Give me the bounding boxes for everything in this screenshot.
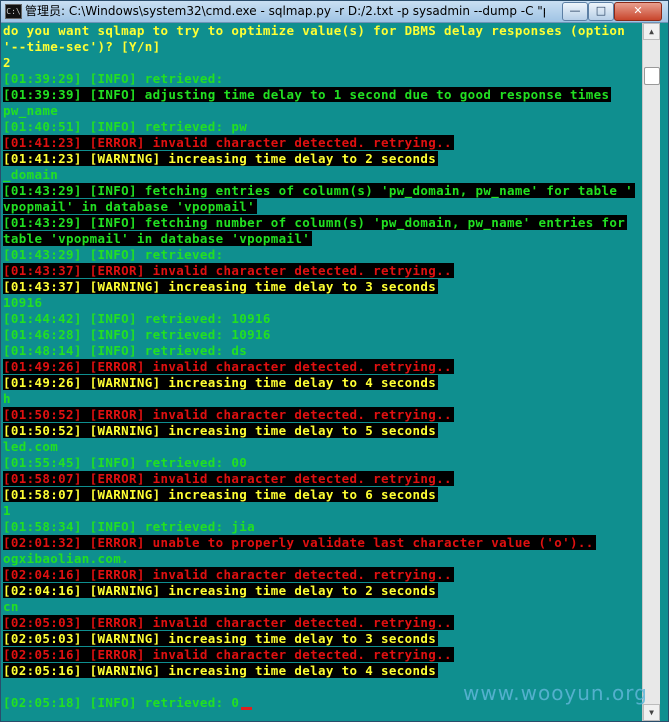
console-line-text: [02:01:32] [ERROR] unable to properly va… <box>3 535 596 550</box>
console-line-text: vpopmail' in database 'vpopmail' <box>3 199 258 214</box>
console-line-text: [02:05:16] [WARNING] increasing time del… <box>3 663 439 678</box>
scroll-down-arrow-icon[interactable]: ▼ <box>643 704 660 721</box>
console-line-text: 2 <box>3 55 11 70</box>
console-line: [01:43:29] [INFO] retrieved: <box>3 247 641 263</box>
console-line-text: [01:44:42] [INFO] retrieved: 10916 <box>3 311 271 326</box>
console-line-text: [02:05:03] [WARNING] increasing time del… <box>3 631 439 646</box>
console-line: 2 <box>3 55 641 71</box>
console-line: cn <box>3 599 641 615</box>
console-line: 1 <box>3 503 641 519</box>
console-line: [01:58:07] [ERROR] invalid character det… <box>3 471 641 487</box>
console-line: [02:04:16] [WARNING] increasing time del… <box>3 583 641 599</box>
console-line-text: '--time-sec')? [Y/n] <box>3 39 161 54</box>
console-line: [01:43:37] [ERROR] invalid character det… <box>3 263 641 279</box>
console-line-text: [01:41:23] [ERROR] invalid character det… <box>3 135 454 150</box>
cmd-icon[interactable]: C:\ <box>5 4 22 19</box>
console-line: [02:05:16] [ERROR] invalid character det… <box>3 647 641 663</box>
console-line: [01:46:28] [INFO] retrieved: 10916 <box>3 327 641 343</box>
console-line-text: [01:43:37] [WARNING] increasing time del… <box>3 279 439 294</box>
console-line: [01:43:29] [INFO] fetching number of col… <box>3 215 641 231</box>
console-line-text: [01:50:52] [WARNING] increasing time del… <box>3 423 439 438</box>
console-line-text: [02:05:18] [INFO] retrieved: 0 <box>3 695 240 710</box>
console-line: [01:39:29] [INFO] retrieved: <box>3 71 641 87</box>
console-line-text: led.com <box>3 439 59 454</box>
console-line-text: [01:39:29] [INFO] retrieved: <box>3 71 224 86</box>
console-line-text: [01:43:29] [INFO] fetching number of col… <box>3 215 628 230</box>
console-line-text: [01:49:26] [WARNING] increasing time del… <box>3 375 439 390</box>
console-line: [01:58:07] [WARNING] increasing time del… <box>3 487 641 503</box>
console-line-text: [02:04:16] [WARNING] increasing time del… <box>3 583 439 598</box>
console-line-text: [01:43:37] [ERROR] invalid character det… <box>3 263 454 278</box>
close-button[interactable]: ✕ <box>614 2 662 21</box>
vertical-scrollbar[interactable]: ▲ ▼ <box>642 23 660 721</box>
console-line-text <box>3 679 5 694</box>
watermark: www.wooyun.org <box>463 681 648 705</box>
console-line: do you want sqlmap to try to optimize va… <box>3 23 641 39</box>
minimize-button[interactable]: — <box>562 2 588 21</box>
console-line: [01:41:23] [WARNING] increasing time del… <box>3 151 641 167</box>
console-line: [01:43:37] [WARNING] increasing time del… <box>3 279 641 295</box>
scrollbar-thumb[interactable] <box>644 67 660 85</box>
console-line: _domain <box>3 167 641 183</box>
console-line: vpopmail' in database 'vpopmail' <box>3 199 641 215</box>
console-line-text: [01:55:45] [INFO] retrieved: 00 <box>3 455 248 470</box>
console-line: [01:43:29] [INFO] fetching entries of co… <box>3 183 641 199</box>
console-line: [01:39:39] [INFO] adjusting time delay t… <box>3 87 641 103</box>
console-line: h <box>3 391 641 407</box>
console-line-text: [01:39:39] [INFO] adjusting time delay t… <box>3 87 612 102</box>
console-line: [01:44:42] [INFO] retrieved: 10916 <box>3 311 641 327</box>
console-line: [01:49:26] [ERROR] invalid character det… <box>3 359 641 375</box>
console-line-text: h <box>3 391 11 406</box>
console-line: [02:05:03] [WARNING] increasing time del… <box>3 631 641 647</box>
console-line-text: 10916 <box>3 295 43 310</box>
title-bar[interactable]: C:\ 管理员: C:\Windows\system32\cmd.exe - s… <box>1 1 668 23</box>
console-line: '--time-sec')? [Y/n] <box>3 39 641 55</box>
console-line-text: ogxibaolian.com. <box>3 551 130 566</box>
console-line-text: 1 <box>3 503 11 518</box>
console-line: [02:04:16] [ERROR] invalid character det… <box>3 567 641 583</box>
cmd-window: C:\ 管理员: C:\Windows\system32\cmd.exe - s… <box>0 0 669 722</box>
console-line-text: [01:49:26] [ERROR] invalid character det… <box>3 359 454 374</box>
console-line-text: [02:05:16] [ERROR] invalid character det… <box>3 647 454 662</box>
console-line-text: [01:43:29] [INFO] retrieved: <box>3 247 224 262</box>
console-line: [01:48:14] [INFO] retrieved: ds <box>3 343 641 359</box>
console-line-text: pw_name <box>3 103 59 118</box>
console-line-text: [01:58:34] [INFO] retrieved: jia <box>3 519 256 534</box>
window-title: 管理员: C:\Windows\system32\cmd.exe - sqlma… <box>25 4 545 18</box>
console-line-text: [01:43:29] [INFO] fetching entries of co… <box>3 183 636 198</box>
console-line: [01:40:51] [INFO] retrieved: pw <box>3 119 641 135</box>
console-line-text: [01:46:28] [INFO] retrieved: 10916 <box>3 327 271 342</box>
console-line-text: [01:50:52] [ERROR] invalid character det… <box>3 407 454 422</box>
console-line: [01:41:23] [ERROR] invalid character det… <box>3 135 641 151</box>
console-line: [01:55:45] [INFO] retrieved: 00 <box>3 455 641 471</box>
console-line: [01:49:26] [WARNING] increasing time del… <box>3 375 641 391</box>
console-line: [02:05:16] [WARNING] increasing time del… <box>3 663 641 679</box>
console-line: 10916 <box>3 295 641 311</box>
console-line: [02:01:32] [ERROR] unable to properly va… <box>3 535 641 551</box>
console-line: pw_name <box>3 103 641 119</box>
console-line: [01:58:34] [INFO] retrieved: jia <box>3 519 641 535</box>
console-line-text: _domain <box>3 167 59 182</box>
console-line: [01:50:52] [WARNING] increasing time del… <box>3 423 641 439</box>
console-line: ogxibaolian.com. <box>3 551 641 567</box>
console-line-text: cn <box>3 599 19 614</box>
console-output[interactable]: do you want sqlmap to try to optimize va… <box>3 23 641 721</box>
console-line-text: [01:58:07] [ERROR] invalid character det… <box>3 471 454 486</box>
console-line-text: [01:48:14] [INFO] retrieved: ds <box>3 343 248 358</box>
console-line-text: [02:05:03] [ERROR] invalid character det… <box>3 615 454 630</box>
console-line-text: do you want sqlmap to try to optimize va… <box>3 23 626 38</box>
console-line-text: [01:40:51] [INFO] retrieved: pw <box>3 119 248 134</box>
console-line: led.com <box>3 439 641 455</box>
console-line-text: [01:41:23] [WARNING] increasing time del… <box>3 151 439 166</box>
console-line-text: [01:58:07] [WARNING] increasing time del… <box>3 487 439 502</box>
console-line-text: table 'vpopmail' in database 'vpopmail' <box>3 231 313 246</box>
scroll-up-arrow-icon[interactable]: ▲ <box>643 23 660 40</box>
console-line: table 'vpopmail' in database 'vpopmail' <box>3 231 641 247</box>
console-line: [02:05:03] [ERROR] invalid character det… <box>3 615 641 631</box>
text-cursor <box>241 707 253 710</box>
console-line-text: [02:04:16] [ERROR] invalid character det… <box>3 567 454 582</box>
maximize-button[interactable]: □ <box>588 2 614 21</box>
console-line: [01:50:52] [ERROR] invalid character det… <box>3 407 641 423</box>
